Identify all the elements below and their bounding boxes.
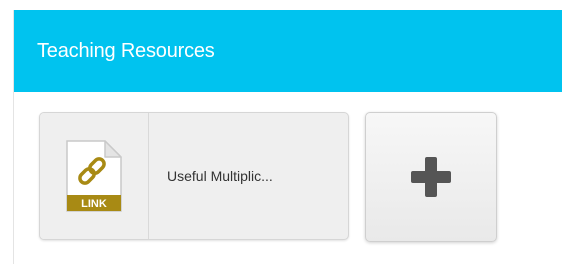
- add-resource-button[interactable]: [365, 112, 497, 242]
- resource-title: Useful Multiplic...: [167, 168, 273, 184]
- teaching-resources-panel: Teaching Resources LINK Useful Multiplic…: [13, 10, 562, 264]
- link-file-icon: LINK: [66, 140, 122, 212]
- plus-icon: [411, 157, 451, 197]
- resource-icon-area: LINK: [40, 113, 149, 239]
- panel-title: Teaching Resources: [37, 39, 215, 62]
- resource-label-area: Useful Multiplic...: [149, 113, 348, 239]
- panel-header: Teaching Resources: [14, 10, 562, 92]
- panel-body: LINK Useful Multiplic...: [14, 92, 562, 264]
- file-type-label: LINK: [81, 198, 107, 210]
- resource-card[interactable]: LINK Useful Multiplic...: [39, 112, 349, 240]
